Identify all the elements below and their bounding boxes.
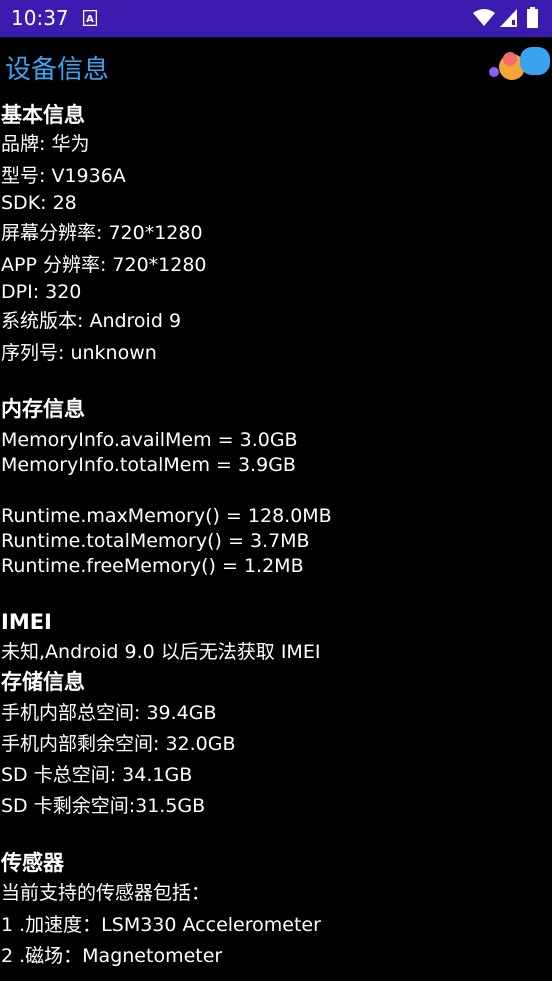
runtime-free-text: Runtime.freeMemory() = 1.2MB <box>1 555 304 577</box>
runtime-total-text: Runtime.totalMemory() = 3.7MB <box>1 530 310 552</box>
section-heading-memory: 内存信息 <box>1 397 85 421</box>
device-info-content: 基本信息 品牌: 华为 型号: V1936A SDK: 28 屏幕分辨率: 72… <box>0 0 552 981</box>
imei-text: 未知,Android 9.0 以后无法获取 IMEI <box>1 641 321 663</box>
sensors-intro-text: 当前支持的传感器包括： <box>1 882 211 904</box>
sensor-item: 2 .磁场：Magnetometer <box>1 945 223 967</box>
internal-free-text: 手机内部剩余空间: 32.0GB <box>1 733 236 755</box>
app-resolution-text: APP 分辨率: 720*1280 <box>1 254 207 276</box>
total-mem-text: MemoryInfo.totalMem = 3.9GB <box>1 454 296 476</box>
sd-free-text: SD 卡剩余空间:31.5GB <box>1 795 206 817</box>
runtime-max-text: Runtime.maxMemory() = 128.0MB <box>1 505 332 527</box>
serial-text: 序列号: unknown <box>1 342 157 364</box>
section-heading-imei: IMEI <box>1 610 52 634</box>
os-version-text: 系统版本: Android 9 <box>1 310 182 332</box>
screen-resolution-text: 屏幕分辨率: 720*1280 <box>1 222 203 244</box>
section-heading-sensors: 传感器 <box>1 851 64 875</box>
internal-total-text: 手机内部总空间: 39.4GB <box>1 702 217 724</box>
model-text: 型号: V1936A <box>1 165 126 187</box>
section-heading-storage: 存储信息 <box>1 670 85 694</box>
brand-text: 品牌: 华为 <box>1 133 90 155</box>
dpi-text: DPI: 320 <box>1 281 82 303</box>
sensor-item: 1 .加速度：LSM330 Accelerometer <box>1 914 321 936</box>
avail-mem-text: MemoryInfo.availMem = 3.0GB <box>1 429 298 451</box>
section-heading-basic: 基本信息 <box>1 103 85 127</box>
sdk-text: SDK: 28 <box>1 192 77 214</box>
sd-total-text: SD 卡总空间: 34.1GB <box>1 764 193 786</box>
